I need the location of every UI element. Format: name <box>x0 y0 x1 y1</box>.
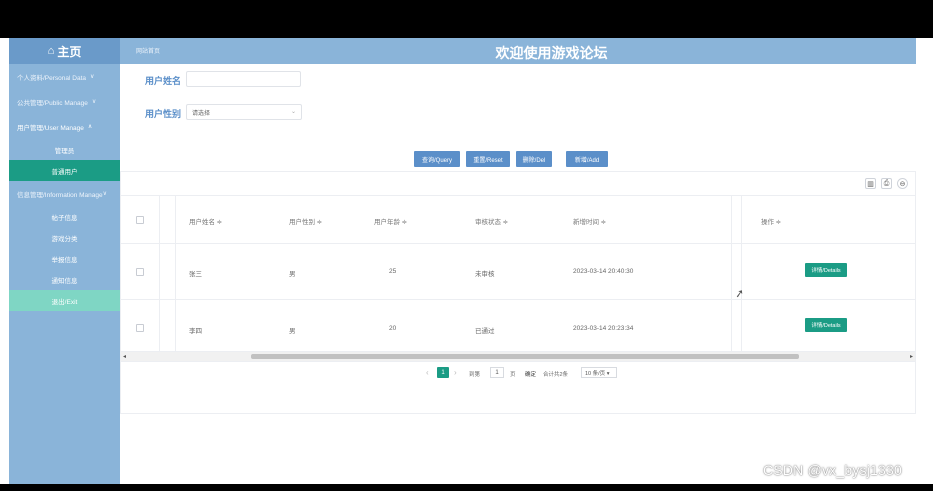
sidebar-subitem-game-category[interactable]: 游戏分类 <box>9 227 120 248</box>
mouse-cursor-icon: ➚ <box>734 287 746 301</box>
admin-app: ⌂ 主页 网站首页 欢迎使用游戏论坛 个人资料/Personal Data ∨ 公… <box>9 38 916 484</box>
bottom-black-band <box>0 484 933 491</box>
chevron-down-icon: ∨ <box>91 99 97 105</box>
breadcrumb[interactable]: 网站首页 <box>136 46 160 55</box>
details-button[interactable]: 详情/Details <box>805 263 847 277</box>
scroll-right-icon[interactable]: ▸ <box>910 353 913 360</box>
page-number-current[interactable]: 1 <box>437 367 449 378</box>
home-label: 主页 <box>57 44 82 59</box>
cell-time: 2023-03-14 20:40:30 <box>573 268 634 275</box>
scroll-left-icon[interactable]: ◂ <box>123 353 126 360</box>
sidebar-item-exit[interactable]: 退出/Exit <box>9 290 120 311</box>
reset-button[interactable]: 重置/Reset <box>466 151 510 167</box>
next-page-icon[interactable]: › <box>454 368 457 377</box>
columns-icon[interactable]: ▥ <box>865 178 876 189</box>
table-row: 张三 男 25 未审核 2023-03-14 20:40:30 详情/Detai… <box>121 244 915 300</box>
cell-age: 20 <box>389 325 397 332</box>
goto-page-input[interactable]: 1 <box>490 367 504 378</box>
sidebar-subitem-posts[interactable]: 帖子信息 <box>9 206 120 227</box>
top-black-band <box>0 0 933 38</box>
gender-filter-label: 用户性别 <box>145 109 182 119</box>
sidebar-subitem-reports[interactable]: 举报信息 <box>9 248 120 269</box>
screenshot-frame: ⌂ 主页 网站首页 欢迎使用游戏论坛 个人资料/Personal Data ∨ 公… <box>0 0 933 491</box>
name-filter-label: 用户姓名 <box>145 76 182 86</box>
main-content: 用户姓名 用户性别 请选择 ⌄ 查询/Query 重置/Reset 删除/Del… <box>120 64 916 484</box>
top-header: ⌂ 主页 网站首页 欢迎使用游戏论坛 <box>9 38 916 64</box>
cell-time: 2023-03-14 20:23:34 <box>573 325 634 332</box>
header-gender[interactable]: 用户性别 ≑ <box>289 216 322 226</box>
sidebar-item-information[interactable]: 信息管理/Information Manage ∨ <box>9 181 120 206</box>
watermark: CSDN @vx_bysj1330 <box>763 462 902 478</box>
add-button[interactable]: 新增/Add <box>566 151 608 167</box>
scrollbar-thumb[interactable] <box>251 354 799 359</box>
pagination: ‹ 1 › 到第 1 页 确定 合计共2条 10 条/页 ▾ <box>121 361 915 385</box>
sidebar-item-label: 用户管理/User Manage <box>17 124 84 132</box>
user-table: ▥ ⎙ ⊖ 用户姓名 ≑ 用户性别 ≑ 用户年龄 ≑ 审核状态 ≑ 新增时间 ≑… <box>120 171 916 414</box>
select-all-checkbox[interactable] <box>136 216 144 224</box>
query-button[interactable]: 查询/Query <box>414 151 460 167</box>
sidebar-item-personal[interactable]: 个人资料/Personal Data ∨ <box>9 64 120 89</box>
table-toolbar: ▥ ⎙ ⊖ <box>121 172 915 196</box>
goto-label: 到第 <box>469 372 481 378</box>
horizontal-scrollbar[interactable]: ◂ ▸ <box>121 352 915 361</box>
header-status[interactable]: 审核状态 ≑ <box>475 216 508 226</box>
chevron-down-icon: ∨ <box>102 191 108 197</box>
export-icon[interactable]: ⊖ <box>897 178 908 189</box>
sidebar-item-public[interactable]: 公共管理/Public Manage ∨ <box>9 89 120 114</box>
cell-age: 25 <box>389 268 397 275</box>
row-checkbox[interactable] <box>136 268 144 276</box>
cell-status: 未审核 <box>475 271 495 278</box>
sidebar-subitem-notices[interactable]: 通知信息 <box>9 269 120 290</box>
cell-name: 李四 <box>189 328 202 335</box>
sidebar-subitem-normal-user[interactable]: 普通用户 <box>9 160 120 181</box>
chevron-up-icon: ∧ <box>87 124 93 130</box>
sidebar-item-label: 个人资料/Personal Data <box>17 74 86 82</box>
gender-filter-select[interactable]: 请选择 ⌄ <box>186 104 302 120</box>
page-unit: 页 <box>510 372 516 378</box>
chevron-down-icon: ⌄ <box>290 109 296 115</box>
sidebar-item-label: 信息管理/Information Manage <box>17 191 103 199</box>
sidebar-subitem-admin[interactable]: 管理员 <box>9 139 120 160</box>
details-button[interactable]: 详情/Details <box>805 318 847 332</box>
sidebar: 个人资料/Personal Data ∨ 公共管理/Public Manage ∨ … <box>9 64 120 484</box>
header-name[interactable]: 用户姓名 ≑ <box>189 216 222 226</box>
page-size-select[interactable]: 10 条/页 ▾ <box>581 367 617 378</box>
sidebar-item-user-manage[interactable]: 用户管理/User Manage ∧ <box>9 114 120 139</box>
print-icon[interactable]: ⎙ <box>881 178 892 189</box>
app-title: 欢迎使用游戏论坛 <box>495 45 608 61</box>
cell-gender: 男 <box>289 328 296 335</box>
delete-button[interactable]: 删除/Del <box>516 151 552 167</box>
cell-status: 已通过 <box>475 328 495 335</box>
cell-name: 张三 <box>189 271 202 278</box>
cell-gender: 男 <box>289 271 296 278</box>
gender-select-placeholder: 请选择 <box>192 110 211 117</box>
sidebar-item-label: 公共管理/Public Manage <box>17 99 88 107</box>
header-action[interactable]: 操作 ≑ <box>761 216 781 226</box>
header-time[interactable]: 新增时间 ≑ <box>573 216 606 226</box>
table-row: 李四 男 20 已通过 2023-03-14 20:23:34 详情/Detai… <box>121 300 915 352</box>
total-count: 合计共2条 <box>543 372 569 378</box>
chevron-down-icon: ∨ <box>90 74 95 80</box>
home-button[interactable]: ⌂ 主页 <box>9 38 120 64</box>
header-age[interactable]: 用户年龄 ≑ <box>374 216 407 226</box>
name-filter-input[interactable] <box>186 71 301 87</box>
table-header-row: 用户姓名 ≑ 用户性别 ≑ 用户年龄 ≑ 审核状态 ≑ 新增时间 ≑ 操作 ≑ <box>121 196 915 244</box>
row-checkbox[interactable] <box>136 324 144 332</box>
home-icon: ⌂ <box>47 45 55 57</box>
goto-confirm-button[interactable]: 确定 <box>525 370 536 378</box>
prev-page-icon[interactable]: ‹ <box>426 368 429 377</box>
